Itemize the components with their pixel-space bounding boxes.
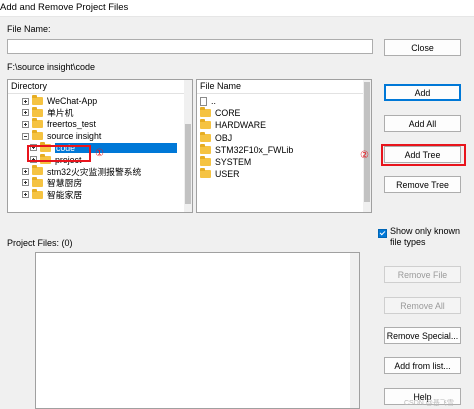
annotation-box-add-tree — [381, 144, 466, 166]
file-list-header: File Name — [197, 80, 371, 94]
file-name-input[interactable] — [7, 39, 373, 54]
file-list-item-label: STM32F10x_FWLib — [215, 144, 294, 155]
add-button[interactable]: Add — [384, 84, 461, 101]
show-only-known-checkbox[interactable] — [378, 229, 387, 238]
directory-item[interactable]: freertos_test — [22, 118, 96, 130]
directory-item[interactable]: source insight — [22, 130, 101, 142]
directory-item[interactable]: stm32火灾监测报警系统 — [22, 165, 141, 177]
directory-header: Directory — [8, 80, 192, 94]
folder-icon — [32, 130, 43, 141]
add-all-button[interactable]: Add All — [384, 115, 461, 132]
project-files-label: Project Files: (0) — [7, 238, 73, 248]
file-list-item[interactable]: OBJ — [200, 131, 233, 144]
window-title-bar: Add and Remove Project Files — [0, 0, 474, 17]
directory-scrollbar[interactable] — [184, 80, 192, 212]
file-list[interactable]: File Name .. CORE HARDWARE OBJ STM32F10x_FWL… — [196, 79, 372, 213]
remove-file-button[interactable]: Remove File — [384, 266, 461, 283]
file-list-item-label: CORE — [215, 108, 241, 119]
window-title: Add and Remove Project Files — [0, 2, 129, 13]
file-list-scroll-thumb[interactable] — [364, 82, 370, 202]
close-button[interactable]: Close — [384, 39, 461, 56]
file-name-label: File Name: — [7, 24, 51, 34]
file-list-item-label: OBJ — [215, 132, 233, 143]
file-list-item[interactable]: .. — [200, 95, 216, 107]
folder-icon — [32, 106, 43, 117]
directory-item-label: source insight — [47, 131, 102, 142]
annotation-marker-1: ① — [95, 148, 104, 159]
directory-item-label: 智能家居 — [47, 190, 83, 201]
file-list-item[interactable]: STM32F10x_FWLib — [200, 143, 294, 156]
annotation-marker-2: ② — [360, 150, 369, 161]
file-list-item-label: .. — [211, 96, 216, 106]
folder-icon — [32, 95, 43, 105]
remove-tree-button[interactable]: Remove Tree — [384, 176, 461, 193]
file-list-item-label: HARDWARE — [215, 120, 266, 131]
folder-icon — [200, 168, 211, 179]
directory-header-label: Directory — [11, 81, 48, 91]
directory-item[interactable]: 单片机 — [22, 106, 74, 119]
folder-icon — [200, 107, 211, 118]
file-list-item[interactable]: CORE — [200, 107, 240, 119]
directory-scroll-thumb[interactable] — [185, 124, 191, 204]
current-path: F:\source insight\code — [7, 62, 96, 72]
folder-icon — [200, 156, 211, 166]
file-icon — [200, 96, 207, 106]
expand-icon[interactable] — [22, 120, 29, 128]
folder-icon — [200, 143, 211, 154]
expand-icon[interactable] — [22, 97, 29, 105]
file-list-item[interactable]: SYSTEM — [200, 156, 251, 168]
annotation-box-code — [27, 145, 91, 162]
watermark: CSDN @基飞雪 — [404, 400, 454, 407]
folder-icon — [32, 165, 43, 176]
expand-icon[interactable] — [22, 179, 29, 187]
file-list-header-label: File Name — [200, 81, 242, 91]
file-list-item-label: SYSTEM — [215, 157, 252, 167]
directory-item[interactable]: 智能家居 — [22, 188, 83, 201]
folder-icon — [32, 188, 43, 199]
directory-item-label: 单片机 — [47, 108, 74, 119]
folder-icon — [32, 176, 43, 187]
file-list-item[interactable]: HARDWARE — [200, 119, 266, 131]
expand-icon[interactable] — [22, 109, 29, 117]
file-list-item-label: USER — [215, 169, 240, 180]
directory-item-label: freertos_test — [47, 119, 96, 130]
folder-icon — [200, 131, 211, 142]
expand-icon[interactable] — [22, 191, 29, 199]
directory-item-label: WeChat-App — [47, 96, 98, 106]
add-from-list-button[interactable]: Add from list... — [384, 357, 461, 374]
remove-special-button[interactable]: Remove Special... — [384, 327, 461, 344]
show-only-known-label: Show only known file types — [390, 226, 461, 247]
directory-item[interactable]: WeChat-App — [22, 95, 97, 107]
folder-icon — [200, 119, 211, 130]
file-list-item[interactable]: USER — [200, 168, 239, 180]
remove-all-button[interactable]: Remove All — [384, 297, 461, 314]
collapse-icon[interactable] — [22, 132, 29, 140]
file-list-scrollbar[interactable] — [363, 80, 371, 212]
project-files-scrollbar[interactable] — [350, 253, 359, 408]
directory-item[interactable]: 智慧厨房 — [22, 176, 82, 189]
project-files-list[interactable] — [35, 252, 360, 409]
folder-icon — [32, 118, 43, 129]
expand-icon[interactable] — [22, 167, 29, 175]
